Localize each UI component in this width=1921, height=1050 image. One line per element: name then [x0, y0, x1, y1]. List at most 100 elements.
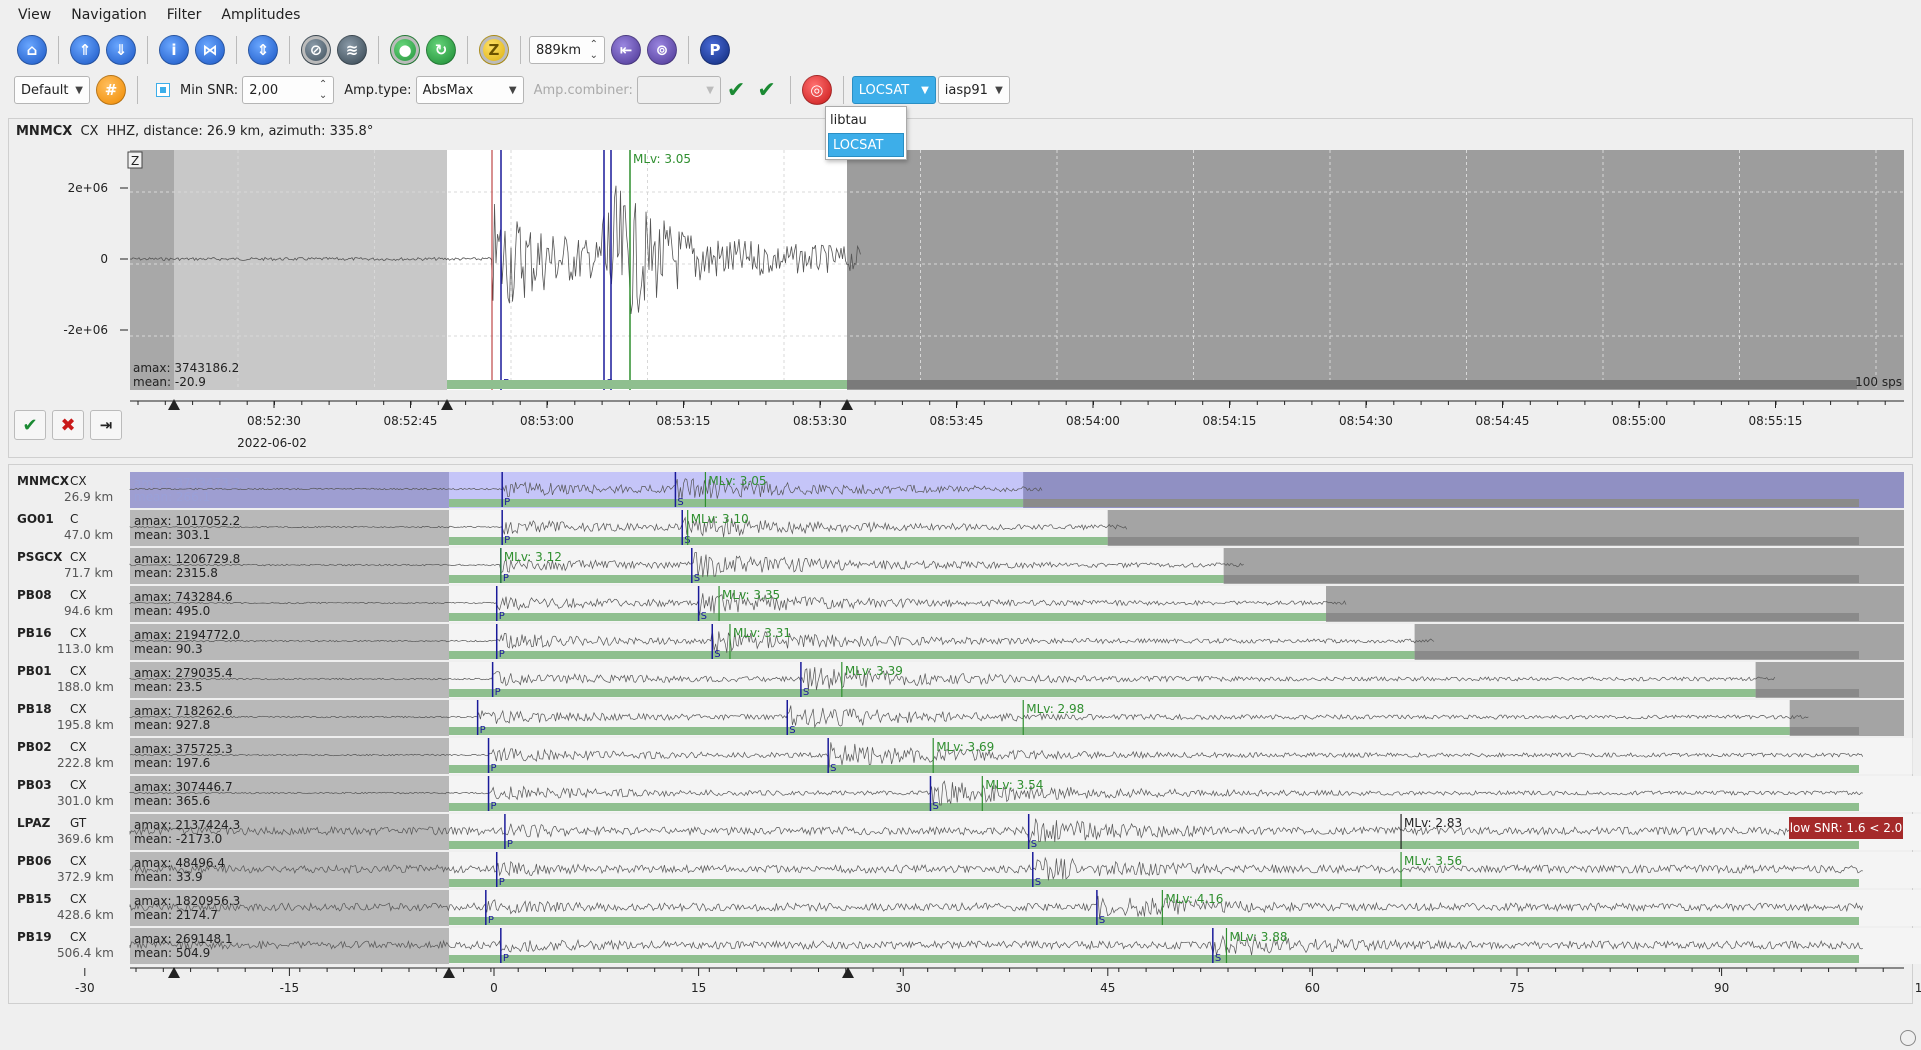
amplitude-window-bar [449, 499, 1024, 507]
p-pick-label: P [491, 801, 497, 812]
magnitude-label: MLv: 4.16 [1165, 892, 1223, 906]
mean-label: mean: 197.6 [134, 756, 210, 770]
amplitude-window-bar [447, 380, 847, 389]
station-row[interactable]: P S MLv: 3.31 amax: 2194772.0mean: 90.3 [129, 624, 1904, 660]
align-icon[interactable]: ⇕ [248, 35, 278, 65]
menu-amplitudes[interactable]: Amplitudes [211, 7, 310, 23]
magnitude-label: MLv: 3.05 [633, 152, 691, 166]
mean-label: mean: 33.9 [134, 870, 203, 884]
amplitude-window-bar [449, 537, 1108, 545]
no-symbol-icon[interactable]: ⊘ [301, 35, 331, 65]
magnitude-label: MLv: 3.10 [691, 512, 749, 526]
amplitude-window-bar [449, 651, 1415, 659]
station-traces-canvas[interactable]: PSMLv: 3.05amax: 3743473.2mean: 266.1PSM… [0, 468, 1921, 1008]
locator-option-libtau[interactable]: libtau [826, 109, 906, 133]
scroll-up-icon[interactable]: ⇑ [70, 35, 100, 65]
menu-view[interactable]: View [8, 7, 61, 23]
relative-tick-label: -15 [280, 981, 300, 995]
amp-type-combo[interactable]: AbsMax ▼ [415, 76, 524, 104]
magnitude-label: MLv: 3.54 [985, 778, 1043, 792]
toolbar-separator [520, 36, 521, 64]
time-tick-label: 08:53:30 [793, 414, 847, 428]
info-icon[interactable]: ⅰ [159, 35, 189, 65]
window-marker-icon [168, 967, 180, 978]
mean-label: mean: 927.8 [134, 718, 210, 732]
time-tick-label: 08:55:00 [1612, 414, 1666, 428]
station-row[interactable]: P S MLv: 3.05 amax: 3743473.2mean: 266.1 [129, 472, 1904, 508]
amax-label: amax: 718262.6 [134, 704, 233, 718]
p-pick-label: P [495, 687, 501, 698]
spin-arrows-icon[interactable]: ⌃ ⌄ [319, 79, 327, 101]
reject-button[interactable]: ✖ [52, 410, 84, 440]
export-button[interactable]: ⇥ [90, 410, 122, 440]
noise-window-bar [1223, 575, 1859, 583]
hash-icon[interactable]: # [96, 75, 126, 105]
earth-model-combo[interactable]: iasp91 ▼ [937, 76, 1010, 104]
min-snr-spinbox[interactable]: 2,00 ⌃ ⌄ [242, 76, 335, 104]
chevron-down-icon: ▼ [508, 85, 517, 96]
amplitude-window-bar [449, 841, 1859, 849]
station-row[interactable]: P S MLv: 3.56 amax: 48496.4mean: 33.9 [129, 852, 1921, 888]
mean-label: mean: 495.0 [134, 604, 210, 618]
noise-window-bar [1755, 689, 1859, 697]
accept-icon[interactable]: ✔ [757, 78, 775, 103]
station-row[interactable]: PSMLv: 3.10amax: 1017052.2mean: 303.1 [129, 510, 1904, 546]
fit-icon[interactable]: ⋈ [195, 35, 225, 65]
s-pick-label: S [830, 763, 836, 774]
noise-window-bar [1789, 727, 1859, 735]
p-pick-label: P [499, 877, 505, 888]
amplitude-window-bar [449, 955, 1859, 963]
accept-button[interactable]: ✔ [14, 410, 46, 440]
s-pick-label: S [1035, 877, 1041, 888]
s-pick-label: S [1099, 915, 1105, 926]
station-row[interactable]: P S MLv: 2.98 amax: 718262.6mean: 927.8 [129, 700, 1904, 736]
magnitude-label: MLv: 3.35 [722, 588, 780, 602]
sort-icon[interactable]: ≋ [337, 35, 367, 65]
station-row[interactable]: P S MLv: 3.12 amax: 1206729.8mean: 2315.8 [129, 548, 1904, 584]
magnitude-label: MLv: 3.31 [733, 626, 791, 640]
amplitude-window-bar [449, 689, 1756, 697]
refresh-icon[interactable]: ↻ [426, 35, 456, 65]
sort-azimuth-icon[interactable]: ⊚ [647, 35, 677, 65]
station-row[interactable]: P S MLv: 3.88 amax: 269148.1mean: 504.9 [129, 928, 1921, 964]
amax-label: amax: 3743473.2 [134, 476, 240, 490]
station-row[interactable]: P S MLv: 3.54 amax: 307446.7mean: 365.6 [129, 776, 1921, 812]
station-row[interactable]: P S MLv: 3.39 amax: 279035.4mean: 23.5 [129, 662, 1904, 698]
record-icon[interactable]: ● [390, 35, 420, 65]
spin-arrows-icon[interactable]: ⌃ ⌄ [590, 39, 598, 61]
min-snr-checkbox[interactable] [156, 83, 170, 97]
time-tick-label: 08:54:15 [1203, 414, 1257, 428]
locator-combo[interactable]: LOCSAT ▼ [851, 76, 936, 104]
component-z-icon[interactable]: Z [479, 35, 509, 65]
s-pick-label: S [932, 801, 938, 812]
menu-filter[interactable]: Filter [157, 7, 212, 23]
time-tick-label: 08:54:45 [1476, 414, 1530, 428]
date-label: 2022-06-02 [237, 436, 307, 450]
target-icon[interactable]: ◎ [801, 75, 832, 105]
toolbar-amplitudes: Default ▼ # Min SNR: 2,00 ⌃ ⌄ Amp.type: A… [0, 70, 1921, 110]
station-row[interactable]: P S MLv: 3.35 amax: 743284.6mean: 495.0 [129, 586, 1904, 622]
station-row[interactable]: P S MLv: 2.83 amax: 2137424.3mean: -2173.0 l… [129, 814, 1921, 850]
magnitude-label: MLv: 3.12 [504, 550, 562, 564]
home-icon[interactable]: ⌂ [17, 35, 47, 65]
pick-p-icon[interactable]: P [700, 35, 730, 65]
compute-selected-icon[interactable]: ✔ [727, 78, 745, 103]
station-row[interactable]: P S MLv: 4.16 amax: 1820956.3mean: 2174.7 [129, 890, 1921, 926]
min-snr-value: 2,00 [249, 82, 279, 98]
relative-tick-label: 30 [896, 981, 911, 995]
toolbar-separator [289, 36, 290, 64]
station-row[interactable]: P S MLv: 3.69 amax: 375725.3mean: 197.6 [129, 738, 1913, 774]
scroll-down-icon[interactable]: ⇓ [106, 35, 136, 65]
amplitude-window-bar [449, 575, 1224, 583]
p-pick-label: P [503, 573, 509, 584]
main-trace-canvas[interactable]: 2e+060-2e+06ZPSMLv: 3.05amax: 3743186.2m… [0, 140, 1921, 460]
filter-profile-combo[interactable]: Default ▼ [14, 76, 90, 104]
distance-spinbox[interactable]: 889km ⌃ ⌄ [529, 36, 605, 64]
toolbar-separator [842, 76, 844, 104]
magnitude-label: MLv: 3.69 [936, 740, 994, 754]
amplitude-window-bar [449, 613, 1327, 621]
sort-distance-icon[interactable]: ⇤ [611, 35, 641, 65]
magnitude-label: MLv: 3.56 [1404, 854, 1462, 868]
menu-navigation[interactable]: Navigation [61, 7, 157, 23]
locator-option-locsat[interactable]: LOCSAT [828, 133, 904, 157]
